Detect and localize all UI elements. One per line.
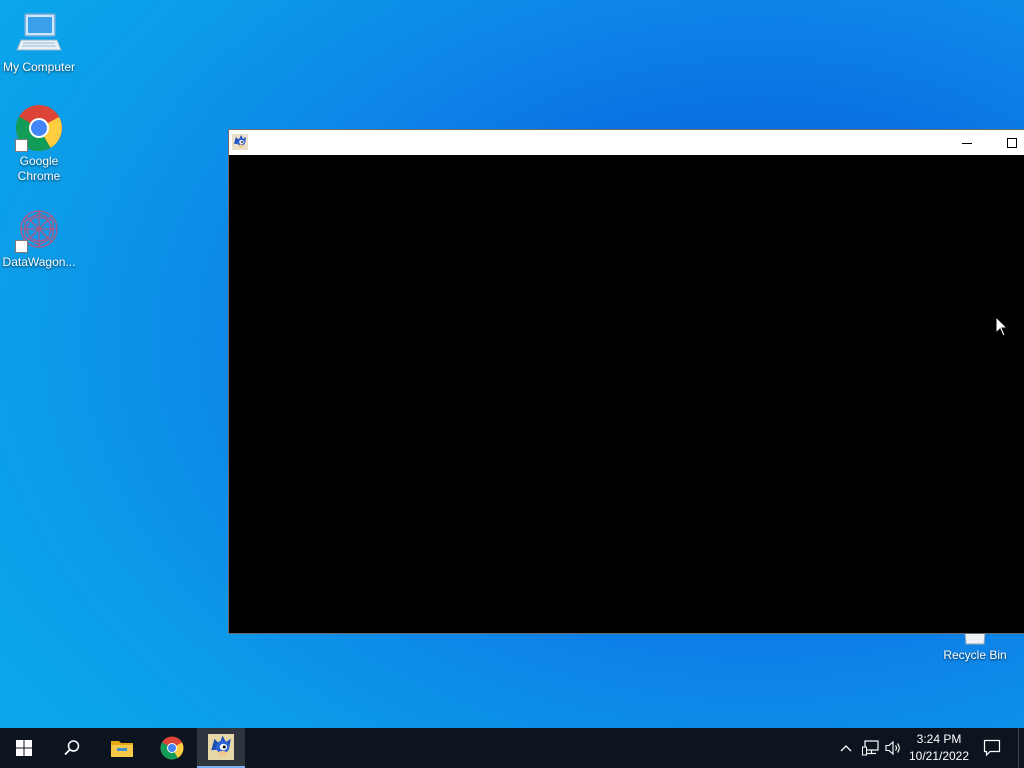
window-titlebar[interactable] xyxy=(229,130,1024,155)
search-button[interactable] xyxy=(48,728,96,768)
desktop-icon-label: My Computer xyxy=(2,60,76,74)
network-icon xyxy=(862,740,879,756)
desktop-icon-datawagon[interactable]: DataWagon... xyxy=(0,205,78,270)
maximize-button[interactable] xyxy=(989,130,1024,155)
minimize-button[interactable] xyxy=(944,130,990,155)
taskbar-chrome[interactable] xyxy=(148,728,196,768)
windows-start-icon xyxy=(16,740,32,756)
desktop: My Computer Google Chrome DataWagon... R… xyxy=(0,0,1024,728)
start-button[interactable] xyxy=(0,728,48,768)
clock-date: 10/21/2022 xyxy=(908,749,970,763)
datawagon-icon xyxy=(15,205,63,253)
action-center-icon xyxy=(983,739,1001,757)
computer-icon xyxy=(15,10,63,58)
search-icon xyxy=(64,740,80,756)
sonic-icon xyxy=(232,134,248,150)
shortcut-arrow-icon xyxy=(15,240,28,253)
action-center-button[interactable] xyxy=(981,738,1003,758)
desktop-icon-my-computer[interactable]: My Computer xyxy=(0,10,78,75)
chrome-icon xyxy=(15,104,63,152)
maximize-icon xyxy=(1007,137,1017,148)
mouse-cursor-icon xyxy=(995,315,1009,338)
show-desktop-button[interactable] xyxy=(1018,728,1024,768)
tray-volume-button[interactable] xyxy=(884,738,904,758)
file-explorer-icon xyxy=(111,741,133,757)
desktop-icon-label: DataWagon... xyxy=(2,255,76,269)
shortcut-arrow-icon xyxy=(15,139,28,152)
taskbar: 3:24 PM 10/21/2022 xyxy=(0,728,1024,768)
app-window[interactable] xyxy=(228,129,1024,634)
chrome-icon xyxy=(160,736,184,760)
taskbar-sonic-app[interactable] xyxy=(197,728,245,768)
sonic-icon xyxy=(208,734,234,760)
tray-network-button[interactable] xyxy=(861,738,881,758)
tray-overflow-button[interactable] xyxy=(836,738,856,758)
volume-icon xyxy=(885,740,900,756)
desktop-icon-label: Recycle Bin xyxy=(943,648,1007,662)
desktop-icon-label: Google Chrome xyxy=(17,154,61,183)
chevron-up-icon xyxy=(840,745,852,752)
clock-time: 3:24 PM xyxy=(916,732,962,746)
window-client-area[interactable] xyxy=(229,155,1024,633)
taskbar-clock[interactable]: 3:24 PM 10/21/2022 xyxy=(904,731,974,765)
taskbar-file-explorer[interactable] xyxy=(98,728,146,768)
minimize-icon xyxy=(962,142,972,144)
desktop-icon-google-chrome[interactable]: Google Chrome xyxy=(0,104,78,184)
